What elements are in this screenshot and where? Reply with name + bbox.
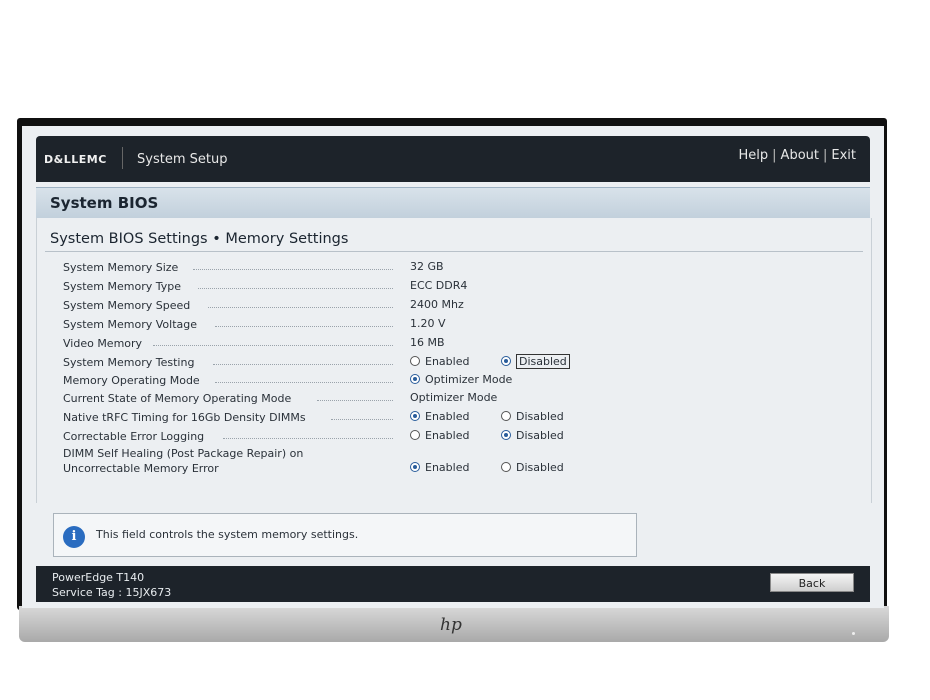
help-box: i This field controls the system memory …	[53, 513, 637, 557]
radio-selected-icon	[410, 374, 420, 384]
radio-selected-icon	[410, 411, 420, 421]
hp-logo: hp	[440, 615, 462, 635]
radio-trfc-disabled[interactable]: Disabled	[501, 410, 564, 423]
radio-selected-icon	[501, 356, 511, 366]
radio-icon	[501, 462, 511, 472]
info-icon: i	[63, 526, 85, 548]
help-link[interactable]: Help	[739, 148, 769, 163]
back-button[interactable]: Back	[770, 573, 854, 592]
radio-error-logging-disabled[interactable]: Disabled	[501, 429, 564, 442]
exit-link[interactable]: Exit	[831, 148, 856, 163]
about-link[interactable]: About	[781, 148, 819, 163]
nav-links: Help | About | Exit	[738, 148, 856, 163]
radio-icon	[410, 430, 420, 440]
brand-divider	[122, 147, 123, 169]
page-title: System BIOS Settings • Memory Settings	[50, 231, 349, 247]
radio-self-healing-disabled[interactable]: Disabled	[501, 461, 564, 474]
radio-memory-testing-disabled[interactable]: Disabled	[501, 354, 570, 369]
radio-optimizer-mode[interactable]: Optimizer Mode	[410, 373, 512, 386]
power-indicator	[852, 632, 855, 635]
radio-self-healing-enabled[interactable]: Enabled	[410, 461, 469, 474]
radio-trfc-enabled[interactable]: Enabled	[410, 410, 469, 423]
service-tag: Service Tag : 15JX673	[52, 586, 172, 599]
help-text: This field controls the system memory se…	[96, 528, 359, 541]
title-divider	[45, 251, 863, 252]
radio-icon	[501, 411, 511, 421]
dell-emc-logo: D&LLEMC	[44, 153, 107, 166]
system-model: PowerEdge T140	[52, 571, 145, 584]
radio-selected-icon	[501, 430, 511, 440]
settings-panel: System BIOS Settings • Memory Settings S…	[36, 218, 872, 503]
radio-selected-icon	[410, 462, 420, 472]
top-bar: D&LLEMC System Setup Help | About | Exit	[36, 136, 870, 182]
radio-memory-testing-enabled[interactable]: Enabled	[410, 355, 469, 368]
radio-error-logging-enabled[interactable]: Enabled	[410, 429, 469, 442]
section-title: System BIOS	[50, 194, 159, 212]
footer-bar: PowerEdge T140 Service Tag : 15JX673 Bac…	[36, 566, 870, 602]
section-header: System BIOS	[36, 187, 870, 218]
app-title: System Setup	[137, 152, 228, 167]
bios-screen: D&LLEMC System Setup Help | About | Exit Sys…	[22, 126, 884, 608]
radio-icon	[410, 356, 420, 366]
